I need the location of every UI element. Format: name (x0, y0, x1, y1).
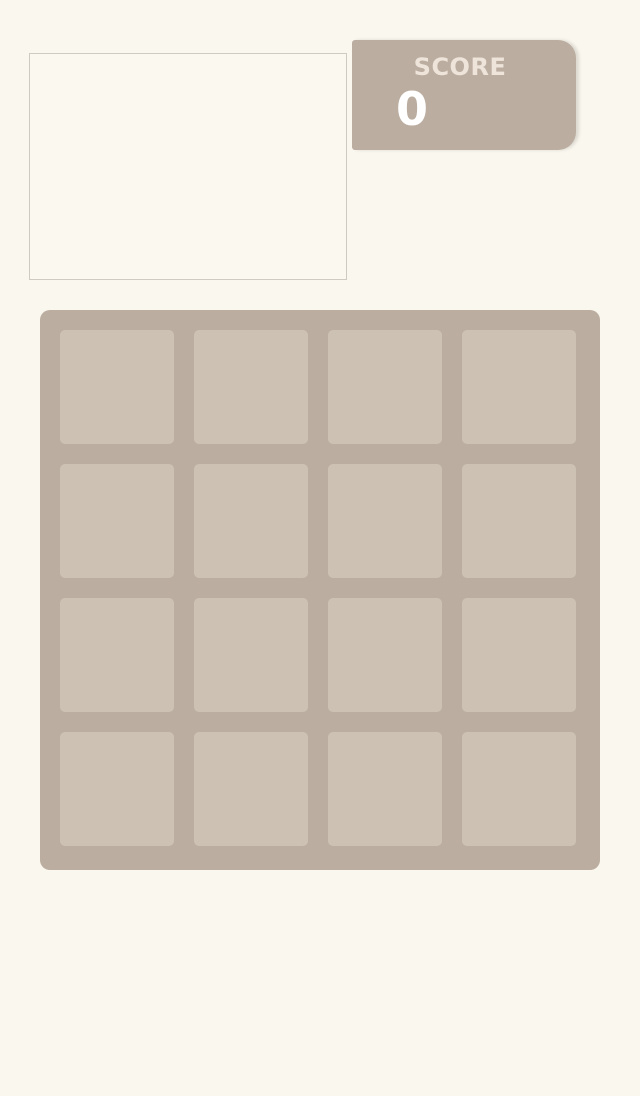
board-cell (462, 598, 576, 712)
board-cell (194, 330, 308, 444)
board-cell (328, 732, 442, 846)
board-cell (328, 464, 442, 578)
board-cell (60, 330, 174, 444)
tile-value (194, 732, 308, 846)
tile-value (194, 598, 308, 712)
tile-value (60, 732, 174, 846)
tile-value (194, 330, 308, 444)
board-cell (462, 464, 576, 578)
board-cell (462, 732, 576, 846)
tile-value (60, 330, 174, 444)
board-cell (194, 464, 308, 578)
board-cell (194, 732, 308, 846)
tile-value (328, 732, 442, 846)
tile-value (194, 464, 308, 578)
tile-value (462, 330, 576, 444)
score-box: SCORE 0 (352, 40, 576, 150)
tile-value (462, 464, 576, 578)
board-cell (60, 732, 174, 846)
tile-value (462, 598, 576, 712)
score-value: 0 (396, 82, 429, 136)
empty-panel (29, 53, 347, 280)
tile-value (328, 598, 442, 712)
tile-value (60, 464, 174, 578)
board-cell (60, 464, 174, 578)
board-cell (60, 598, 174, 712)
tile-value (328, 330, 442, 444)
board-cell (462, 330, 576, 444)
board-cell (328, 330, 442, 444)
board-cell (328, 598, 442, 712)
tile-value (60, 598, 174, 712)
tile-value (462, 732, 576, 846)
score-label: SCORE (413, 53, 507, 81)
tile-value (328, 464, 442, 578)
board-cell (194, 598, 308, 712)
game-board[interactable] (40, 310, 600, 870)
